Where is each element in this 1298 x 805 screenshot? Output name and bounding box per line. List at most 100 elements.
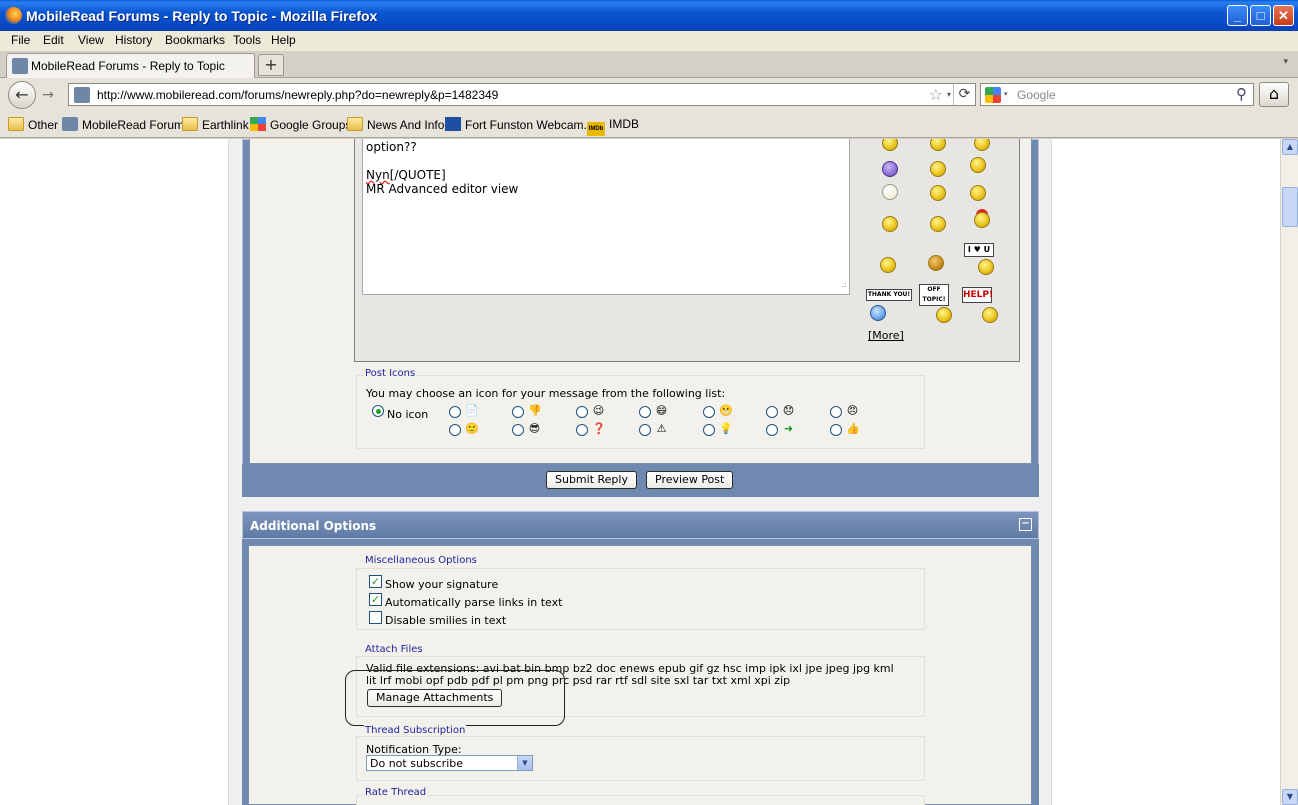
home-button[interactable]: ⌂ [1259,82,1289,107]
reload-button[interactable]: ⟳ [953,84,975,105]
additional-options-header[interactable]: Additional Options − [242,511,1039,539]
submit-reply-button[interactable]: Submit Reply [546,471,637,489]
editor-line: option?? [366,140,417,154]
show-signature-checkbox[interactable]: ✓ [369,575,382,588]
google-engine-icon[interactable] [985,87,1001,103]
smiley-icon[interactable] [882,216,898,232]
search-input[interactable]: Google [1017,88,1056,102]
close-button[interactable]: ✕ [1273,5,1294,26]
scroll-up-icon[interactable]: ▲ [1282,139,1298,155]
help-sign[interactable]: HELP! [962,287,993,303]
post-icon-radio[interactable] [639,406,651,418]
smiley-icon[interactable] [970,157,986,173]
smiley-icon[interactable] [974,139,990,151]
post-icon-radio[interactable] [830,406,842,418]
new-tab-button[interactable]: + [258,54,284,76]
resize-grip-icon[interactable]: .: [842,278,847,292]
vertical-scrollbar[interactable]: ▲ ▼ [1280,139,1298,805]
collapse-icon[interactable]: − [1019,518,1032,531]
smiley-icon[interactable] [880,257,896,273]
highlight-annotation [345,670,565,726]
santa-smiley-icon[interactable] [974,212,990,228]
bookmark-google-groups[interactable]: Google Groups [250,117,351,132]
tab-list-icon[interactable]: ▾ [1283,57,1288,67]
smiley-icon[interactable] [978,259,994,275]
smiley-icon[interactable] [930,216,946,232]
post-icon-radio[interactable] [576,424,588,436]
lightbulb-smiley-icon[interactable] [882,184,898,200]
url-bar[interactable]: http://www.mobileread.com/forums/newrepl… [68,83,976,106]
search-icon[interactable]: ⚲ [1236,85,1247,103]
parse-links-checkbox[interactable]: ✓ [369,593,382,606]
off-topic-sign[interactable]: OFF TOPIC! [919,284,949,306]
engine-dropdown-icon[interactable]: ▾ [1004,90,1008,98]
mobileread-icon [62,117,78,131]
bookmarks-toolbar: Other MobileRead Forums Earthlink Google… [0,112,1298,138]
tab-strip: MobileRead Forums - Reply to Topic + ▾ [0,51,1298,78]
post-icon-radio[interactable] [639,424,651,436]
post-icon-radio[interactable] [830,424,842,436]
reading-smiley-icon[interactable] [928,255,944,271]
post-icon-radio[interactable] [576,406,588,418]
bookmark-imdb[interactable]: IMDb IMDB [587,117,639,136]
more-smilies-link[interactable]: [More] [868,329,904,342]
document-icon: 📄 [465,404,479,417]
post-icon-radio[interactable] [703,424,715,436]
bookmark-news[interactable]: News And Info [347,117,444,132]
bookmark-earthlink[interactable]: Earthlink [182,117,249,132]
menu-bookmarks[interactable]: Bookmarks [165,33,225,47]
editor-line: MR Advanced editor view [366,182,519,196]
url-text[interactable]: http://www.mobileread.com/forums/newrepl… [97,88,498,102]
smiley-icon[interactable] [936,307,952,323]
post-icon-radio[interactable] [449,424,461,436]
post-icon-radio[interactable] [703,406,715,418]
post-icon-radio[interactable] [512,406,524,418]
attach-files-legend: Attach Files [364,644,424,655]
smiley-icon[interactable] [930,185,946,201]
cool-icon: 😎 [528,422,541,435]
menu-history[interactable]: History [115,33,152,47]
smiley-icon[interactable] [882,161,898,177]
smiley-icon[interactable] [930,139,946,151]
search-bar[interactable]: ▾ Google ⚲ [980,83,1254,106]
tab-active[interactable]: MobileRead Forums - Reply to Topic [6,53,255,78]
scroll-down-icon[interactable]: ▼ [1282,789,1298,805]
notification-type-select[interactable]: Do not subscribe ▼ [366,755,533,771]
menu-help[interactable]: Help [271,33,296,47]
post-icon-radio[interactable] [766,424,778,436]
back-button[interactable]: ← [8,81,36,109]
preview-post-button[interactable]: Preview Post [646,471,734,489]
bookmark-star-icon[interactable]: ☆ [929,85,943,104]
bookmark-fort-funston[interactable]: Fort Funston Webcam... [445,117,594,132]
bookmark-other[interactable]: Other [8,117,58,132]
message-editor[interactable]: option?? Nyn[/QUOTE] MR Advanced editor … [362,139,850,295]
smiley-icon[interactable] [930,161,946,177]
smilies-panel: I ♥ U THANK YOU! OFF TOPIC! HELP! [856,139,1016,359]
minimize-button[interactable]: _ [1227,5,1248,26]
lightbulb-icon: 💡 [719,422,733,435]
menu-file[interactable]: File [11,33,30,47]
bookmark-mobileread[interactable]: MobileRead Forums [62,117,190,132]
scroll-thumb[interactable] [1282,187,1298,227]
dropdown-arrow-icon[interactable]: ▼ [517,756,532,770]
sad-icon: 😞 [782,404,795,417]
url-history-dropdown-icon[interactable]: ▾ [947,90,951,99]
no-icon-radio[interactable] [372,405,384,417]
menu-view[interactable]: View [78,33,104,47]
thank-you-sign[interactable]: THANK YOU! [866,289,912,301]
post-icon-radio[interactable] [766,406,778,418]
disable-smilies-checkbox[interactable] [369,611,382,624]
i-love-u-sign[interactable]: I ♥ U [964,243,994,257]
smiley-icon[interactable] [970,185,986,201]
menu-tools[interactable]: Tools [233,33,261,47]
smiley-icon[interactable] [870,305,886,321]
post-icon-radio[interactable] [512,424,524,436]
smiley-icon[interactable] [882,139,898,151]
forward-button[interactable]: → [38,85,58,105]
question-icon: ❓ [592,422,606,435]
post-icon-radio[interactable] [449,406,461,418]
firefox-logo-icon [5,7,22,24]
maximize-button[interactable]: □ [1250,5,1271,26]
smiley-icon[interactable] [982,307,998,323]
menu-edit[interactable]: Edit [43,33,64,47]
